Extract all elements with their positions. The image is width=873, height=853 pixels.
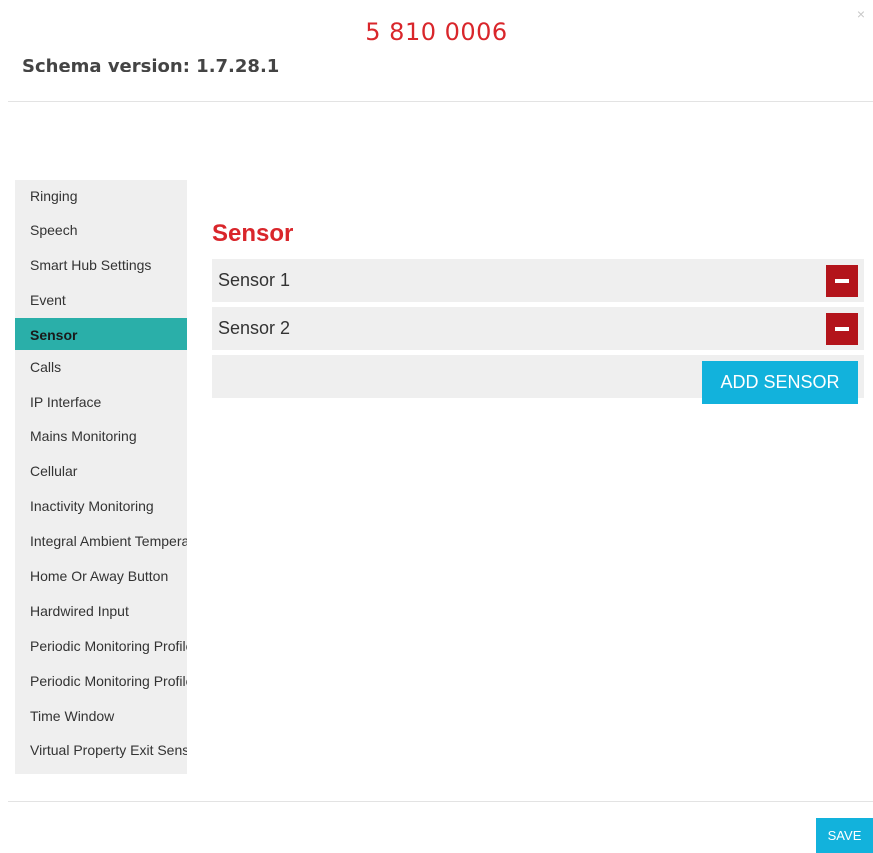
schema-version: Schema version: 1.7.28.1	[22, 52, 322, 72]
save-button[interactable]: SAVE	[816, 818, 873, 853]
sidebar-nav: Ringing Speech Smart Hub Settings Event …	[15, 180, 187, 774]
add-sensor-button[interactable]: ADD SENSOR	[702, 361, 858, 404]
sidebar-item-integral-ambient-temperature[interactable]: Integral Ambient Temperature	[15, 524, 187, 559]
sidebar-item-mains-monitoring[interactable]: Mains Monitoring	[15, 419, 187, 454]
sensor-row[interactable]: Sensor 1	[212, 259, 864, 302]
sidebar-item-home-or-away-button[interactable]: Home Or Away Button	[15, 559, 187, 594]
sidebar-item-speech[interactable]: Speech	[15, 213, 187, 248]
remove-sensor-button[interactable]	[826, 313, 858, 345]
sensor-row-label: Sensor 1	[218, 270, 291, 290]
sidebar-item-time-window[interactable]: Time Window	[15, 699, 187, 734]
sensor-row-label: Sensor 2	[218, 318, 291, 338]
sidebar-item-periodic-monitoring-profile-2[interactable]: Periodic Monitoring Profile	[15, 664, 187, 699]
minus-icon	[835, 279, 849, 283]
modal-title: 5 810 0006	[365, 18, 508, 46]
sidebar-item-hardwired-input[interactable]: Hardwired Input	[15, 594, 187, 629]
footer-divider	[8, 801, 873, 802]
header-divider	[8, 101, 873, 102]
sidebar-item-virtual-property-exit-sensor[interactable]: Virtual Property Exit Sensor	[15, 733, 187, 768]
add-sensor-row: ADD SENSOR	[212, 355, 864, 404]
minus-icon	[835, 327, 849, 331]
sensor-row[interactable]: Sensor 2	[212, 307, 864, 350]
sidebar-item-ringing[interactable]: Ringing	[15, 180, 187, 213]
sidebar-item-calls[interactable]: Calls	[15, 350, 187, 385]
sidebar-item-smart-hub-settings[interactable]: Smart Hub Settings	[15, 248, 187, 283]
sidebar-item-ip-interface[interactable]: IP Interface	[15, 385, 187, 420]
close-icon[interactable]: ×	[857, 6, 865, 22]
remove-sensor-button[interactable]	[826, 265, 858, 297]
schema-version-text: Schema version: 1.7.28.1	[22, 56, 280, 72]
section-title: Sensor	[212, 220, 294, 247]
sidebar-item-event[interactable]: Event	[15, 283, 187, 318]
sidebar-item-periodic-monitoring-profile-1[interactable]: Periodic Monitoring Profile	[15, 629, 187, 664]
sidebar-item-sensor[interactable]: Sensor	[15, 317, 187, 350]
sidebar-item-inactivity-monitoring[interactable]: Inactivity Monitoring	[15, 489, 187, 524]
sidebar-item-cellular[interactable]: Cellular	[15, 454, 187, 489]
sensor-panel: Sensor Sensor 1 Sensor 2 ADD SENSOR	[212, 218, 864, 404]
